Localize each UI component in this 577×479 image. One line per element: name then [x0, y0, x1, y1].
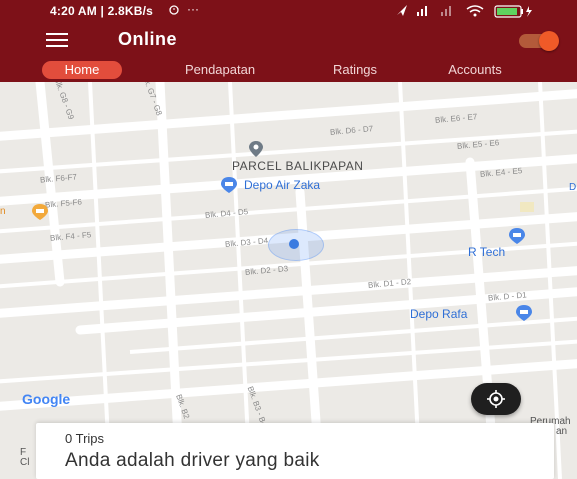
status-more: ··· [187, 2, 199, 16]
my-location-icon [487, 390, 505, 408]
trips-count: 0 Trips [65, 431, 105, 446]
alarm-icon [168, 3, 180, 18]
status-bar: 4:20 AM | 2.8KB/s ··· [0, 0, 577, 22]
online-toggle[interactable] [519, 31, 559, 51]
tab-home[interactable]: Home [42, 61, 122, 79]
poi-parcel-balikpapan[interactable]: PARCEL BALIKPAPAN [232, 159, 363, 173]
status-icons [387, 3, 577, 19]
poi-depo-air-zaka[interactable]: Depo Air Zaka [244, 178, 320, 192]
google-logo-text: Google [22, 391, 71, 407]
current-location-dot [289, 239, 299, 249]
toggle-knob [539, 31, 559, 51]
tab-ratings[interactable]: Ratings [310, 61, 400, 79]
poi-r-tech[interactable]: R Tech [468, 245, 505, 259]
edge-text: an [556, 426, 568, 437]
edge-text: D [569, 182, 577, 193]
recenter-location-button[interactable] [471, 383, 521, 415]
shop-pin-icon[interactable] [31, 203, 49, 221]
shop-pin-icon[interactable] [508, 227, 526, 245]
tab-bar: Home Pendapatan Ratings Accounts [0, 58, 577, 82]
map-view[interactable]: Blk. G8 - G9 Blk. G7 - G8 Blk. D6 - D7 B… [0, 82, 577, 479]
status-time: 4:20 AM | 2.8KB/s [50, 4, 154, 18]
shop-pin-icon[interactable] [220, 176, 238, 194]
hamburger-menu-icon[interactable] [46, 33, 68, 47]
trip-summary-card[interactable]: 0 Trips Anda adalah driver yang baik [36, 423, 554, 479]
app-bar: Online [0, 22, 577, 58]
shop-pin-icon[interactable] [515, 304, 533, 322]
driver-message: Anda adalah driver yang baik [65, 450, 320, 471]
map-pin-icon[interactable] [247, 140, 265, 158]
google-logo: Google [22, 391, 70, 407]
poi-depo-rafa[interactable]: Depo Rafa [410, 307, 467, 321]
tab-accounts[interactable]: Accounts [420, 61, 530, 79]
edge-text: Cl [20, 457, 30, 468]
edge-text: n [0, 206, 6, 217]
tab-pendapatan[interactable]: Pendapatan [160, 61, 280, 79]
page-title: Online [118, 29, 178, 49]
